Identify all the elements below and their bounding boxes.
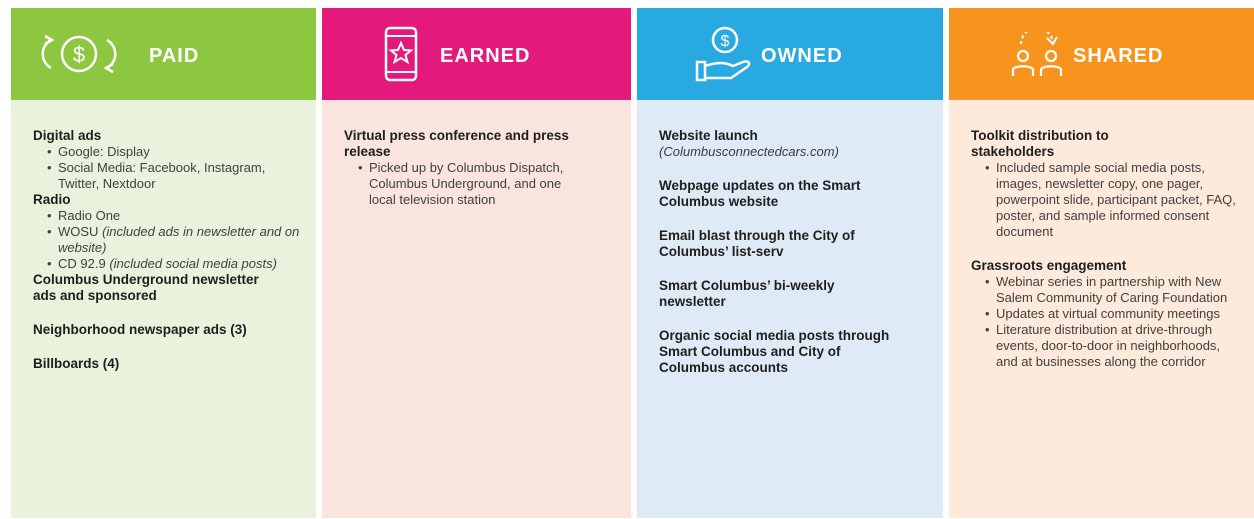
shared-header: SHARED	[949, 8, 1254, 100]
bullet-list: Radio One WOSU (included ads in newslett…	[33, 208, 306, 272]
bullet-list: Webinar series in partnership with New S…	[971, 274, 1244, 370]
list-item: Picked up by Columbus Dispatch, Columbus…	[358, 160, 581, 208]
list-item: Google: Display	[47, 144, 306, 160]
list-item: Radio One	[47, 208, 306, 224]
paid-header: $ PAID	[11, 8, 316, 100]
shared-title: SHARED	[1073, 45, 1164, 67]
section-heading: Digital ads	[33, 128, 102, 143]
paid-title: PAID	[149, 45, 200, 67]
section-heading: Columbus Underground newsletter ads and …	[33, 272, 259, 303]
people-exchange-icon	[1009, 32, 1065, 78]
section-heading: Smart Columbus’ bi-weekly newsletter	[659, 278, 835, 309]
paid-column: $ PAID Digital ads Google: Display Socia…	[11, 8, 316, 518]
phone-star-icon	[384, 26, 418, 82]
section-subtext: (Columbusconnectedcars.com)	[659, 144, 839, 159]
list-item: WOSU (included ads in newsletter and on …	[47, 224, 306, 256]
list-item: Literature distribution at drive-through…	[985, 322, 1244, 370]
section-heading: Email blast through the City of Columbus…	[659, 228, 855, 259]
bullet-list: Included sample social media posts, imag…	[971, 160, 1244, 240]
list-item-note: (included social media posts)	[109, 256, 277, 271]
list-item: CD 92.9 (included social media posts)	[47, 256, 306, 272]
earned-header: EARNED	[322, 8, 631, 100]
owned-body: Website launch (Columbusconnectedcars.co…	[637, 100, 943, 518]
svg-text:$: $	[73, 42, 85, 67]
section-heading: Neighborhood newspaper ads (3)	[33, 322, 247, 337]
shared-body: Toolkit distribution to stakeholders Inc…	[949, 100, 1254, 518]
hand-coin-icon: $	[695, 26, 755, 84]
list-item: Webinar series in partnership with New S…	[985, 274, 1244, 306]
section-heading: Billboards (4)	[33, 356, 120, 371]
owned-column: $ OWNED Website launch (Columbusconnecte…	[637, 8, 943, 518]
section-heading: Organic social media posts through Smart…	[659, 328, 890, 375]
section-heading: Grassroots engagement	[971, 258, 1127, 273]
section-heading: Toolkit distribution to stakeholders	[971, 128, 1109, 159]
earned-title: EARNED	[440, 45, 531, 67]
section-heading: Virtual press conference and press relea…	[344, 128, 569, 159]
list-item: Social Media: Facebook, Instagram, Twitt…	[47, 160, 306, 192]
paid-body: Digital ads Google: Display Social Media…	[11, 100, 316, 518]
shared-column: SHARED Toolkit distribution to stakehold…	[949, 8, 1254, 518]
owned-title: OWNED	[761, 45, 843, 67]
bullet-list: Google: Display Social Media: Facebook, …	[33, 144, 306, 192]
section-heading: Website launch	[659, 128, 758, 143]
earned-column: EARNED Virtual press conference and pres…	[322, 8, 631, 518]
dollar-cycle-icon: $	[29, 32, 129, 76]
svg-text:$: $	[721, 33, 730, 50]
bullet-list: Picked up by Columbus Dispatch, Columbus…	[344, 160, 621, 208]
list-item: Updates at virtual community meetings	[985, 306, 1244, 322]
section-heading: Radio	[33, 192, 71, 207]
earned-body: Virtual press conference and press relea…	[322, 100, 631, 518]
owned-header: $ OWNED	[637, 8, 943, 100]
list-item: Included sample social media posts, imag…	[985, 160, 1244, 240]
section-heading: Webpage updates on the Smart Columbus we…	[659, 178, 861, 209]
